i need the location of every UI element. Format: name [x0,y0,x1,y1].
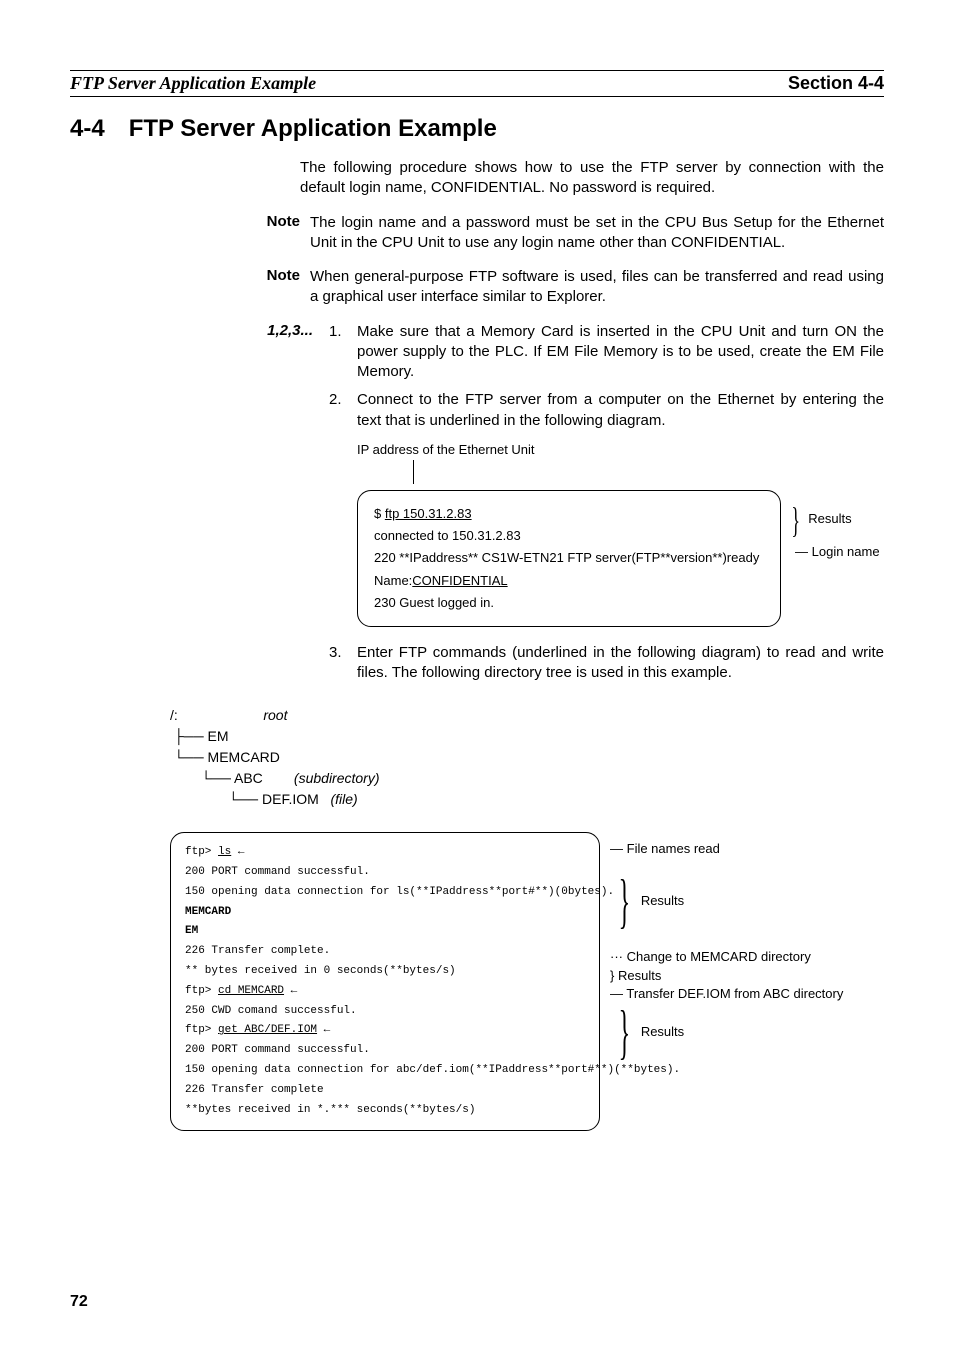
diagram1-side-labels: } Results — Login name [787,504,880,574]
tree-root-path: /: [170,707,178,723]
side-results-text: Results [808,511,851,526]
side-results-2: } Results [610,967,843,985]
side-filenames: — File names read [610,840,843,858]
tree-em: EM [208,728,229,744]
term2-l12: 150 opening data connection for abc/def.… [185,1061,585,1081]
terminal-box-2: ftp> ls ← 200 PORT command successful. 1… [170,832,600,1131]
term2-l2: 200 PORT command successful. [185,863,585,883]
term2-l3: 150 opening data connection for ls(**IPa… [185,883,585,903]
steps-block: 1,2,3... Make sure that a Memory Card is… [70,322,884,692]
running-title: FTP Server Application Example [70,73,316,94]
tree-memcard: MEMCARD [208,749,280,765]
term2-l11: 200 PORT command successful. [185,1041,585,1061]
side-login-text: Login name [812,544,880,559]
step-2: Connect to the FTP server from a compute… [357,390,884,627]
term-name-label: Name: [374,573,412,588]
side-login: — Login name [787,543,880,561]
section-heading: 4-4 FTP Server Application Example [70,115,884,143]
tree-abc: ABC [234,770,263,786]
term2-l6: 226 Transfer complete. [185,942,585,962]
diagram2: ftp> ls ← 200 PORT command successful. 1… [170,832,884,1131]
step-1: Make sure that a Memory Card is inserted… [357,322,884,383]
term2-l5: EM [185,922,585,942]
side-results-3: }Results [610,1007,843,1057]
note-label: Note [250,267,310,308]
tree-root-label: root [263,707,287,723]
term2-l8: ftp> cd MEMCARD ← [185,982,585,1002]
term2-l10: ftp> get ABC/DEF.IOM ← [185,1021,585,1041]
steps-body: Make sure that a Memory Card is inserted… [329,322,884,692]
note-body: The login name and a password must be se… [310,213,884,254]
term1-line1: $ ftp 150.31.2.83 [374,503,764,525]
term1-line2: connected to 150.31.2.83 [374,525,764,547]
tree-def-label: (file) [330,791,357,807]
term1-line4: Name:CONFIDENTIAL [374,570,764,592]
term2-l9: 250 CWD comand successful. [185,1002,585,1022]
rule-under [70,96,884,97]
diagram2-side-labels: — File names read }Results ··· Change to… [610,838,843,1057]
term2-l1: ftp> ls ← [185,843,585,863]
term2-l4: MEMCARD [185,903,585,923]
running-section: Section 4-4 [788,73,884,94]
page: FTP Server Application Example Section 4… [0,0,954,1351]
tree-abc-label: (subdirectory) [294,770,380,786]
term2-l13: 226 Transfer complete [185,1081,585,1101]
term1-line5: 230 Guest logged in. [374,592,764,614]
note-label: Note [250,213,310,254]
side-results: } Results [787,510,880,529]
term-prompt: $ [374,506,385,521]
term2-l14: **bytes received in *.*** seconds(**byte… [185,1101,585,1121]
terminal-box-1: $ ftp 150.31.2.83 connected to 150.31.2.… [357,490,781,626]
term-cmd: ftp 150.31.2.83 [385,506,472,521]
intro-paragraph: The following procedure shows how to use… [300,158,884,199]
rule-top [70,70,884,71]
term2-l7: ** bytes received in 0 seconds(**bytes/s… [185,962,585,982]
page-number: 72 [70,1293,88,1311]
caption-leader-line [413,460,884,484]
term-login-name: CONFIDENTIAL [412,573,507,588]
term1-line3: 220 **IPaddress** CS1W-ETN21 FTP server(… [374,547,764,569]
note-1: Note The login name and a password must … [70,213,884,254]
step-2-text: Connect to the FTP server from a compute… [357,391,884,428]
note-body: When general-purpose FTP software is use… [310,267,884,308]
note-2: Note When general-purpose FTP software i… [70,267,884,308]
diagram1-caption: IP address of the Ethernet Unit [357,441,884,459]
running-header: FTP Server Application Example Section 4… [70,73,884,94]
brace-icon: } [791,511,800,529]
step-3: Enter FTP commands (underlined in the fo… [357,643,884,684]
side-transfer: — Transfer DEF.IOM from ABC directory [610,985,843,1003]
directory-tree: /: root ├── EM └── MEMCARD └── ABC (subd… [170,705,884,810]
side-change-dir: ··· Change to MEMCARD directory [610,948,843,966]
tree-def: DEF.IOM [262,791,319,807]
diagram1: $ ftp 150.31.2.83 connected to 150.31.2.… [357,490,884,626]
side-results-1: }Results [610,876,843,926]
steps-label: 1,2,3... [235,322,329,692]
